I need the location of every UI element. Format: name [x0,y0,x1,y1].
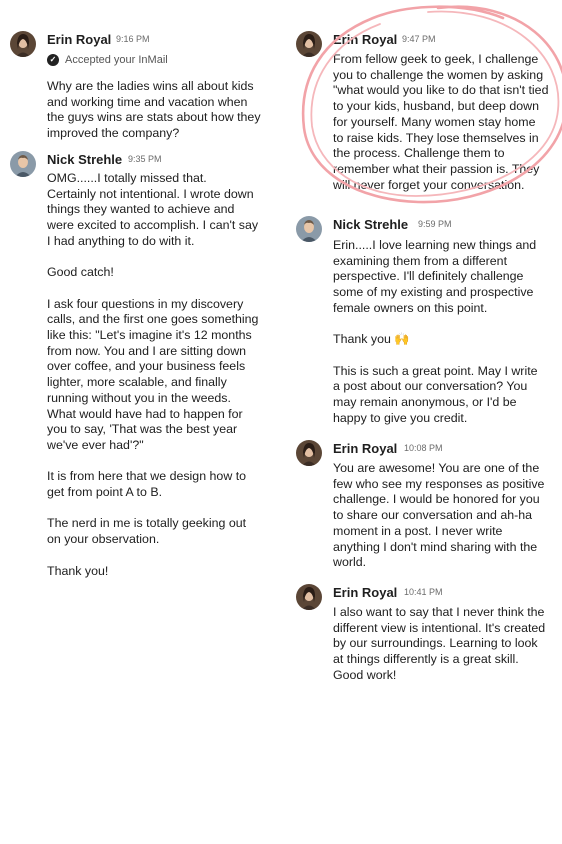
avatar-erin-royal[interactable] [296,440,322,466]
avatar-nick-strehle[interactable] [10,151,36,177]
message-body: You are awesome! You are one of the few … [333,461,547,571]
message-body: Erin.....I love learning new things and … [333,238,547,426]
message-time: 10:08 PM [404,443,443,453]
message-paragraph: Good catch! [47,265,114,280]
message-time: 9:47 PM [402,34,436,44]
avatar-erin-royal[interactable] [296,31,322,57]
message-time: 9:59 PM [418,219,452,229]
message-paragraph: I also want to say that I never think th… [333,605,549,682]
message-time: 9:35 PM [128,154,162,164]
message-paragraph: You are awesome! You are one of the few … [333,461,548,570]
message-paragraph: OMG......I totally missed that. Certainl… [47,171,262,248]
message-body: I also want to say that I never think th… [333,605,547,684]
sender-name[interactable]: Nick Strehle [333,217,408,232]
sender-name[interactable]: Erin Royal [333,32,397,47]
message-body: From fellow geek to geek, I challenge yo… [333,52,549,193]
message-paragraph: Thank you! [47,563,109,578]
message-paragraph: Erin.....I love learning new things and … [333,238,540,315]
accepted-inmail-note: ✓ Accepted your InMail [47,54,168,66]
accepted-inmail-text: Accepted your InMail [65,54,168,66]
sender-name[interactable]: Erin Royal [333,585,397,600]
message-time: 10:41 PM [404,587,443,597]
message-body: OMG......I totally missed that. Certainl… [47,171,259,579]
avatar-erin-royal[interactable] [10,31,36,57]
message-paragraph: The nerd in me is totally geeking out on… [47,516,250,547]
message-paragraph: Why are the ladies wins all about kids a… [47,79,264,141]
avatar-nick-strehle[interactable] [296,216,322,242]
sender-name[interactable]: Erin Royal [47,32,111,47]
message-paragraph: Thank you 🙌 [333,332,410,347]
message-paragraph: I ask four questions in my discovery cal… [47,296,262,452]
check-circle-icon: ✓ [47,54,59,66]
message-paragraph: This is such a great point. May I write … [333,363,541,425]
message-paragraph: From fellow geek to geek, I challenge yo… [333,52,552,192]
message-paragraph: It is from here that we design how to ge… [47,469,250,500]
avatar-erin-royal[interactable] [296,584,322,610]
sender-name[interactable]: Erin Royal [333,441,397,456]
sender-name[interactable]: Nick Strehle [47,152,122,167]
message-body: Why are the ladies wins all about kids a… [47,79,265,142]
message-time: 9:16 PM [116,34,150,44]
